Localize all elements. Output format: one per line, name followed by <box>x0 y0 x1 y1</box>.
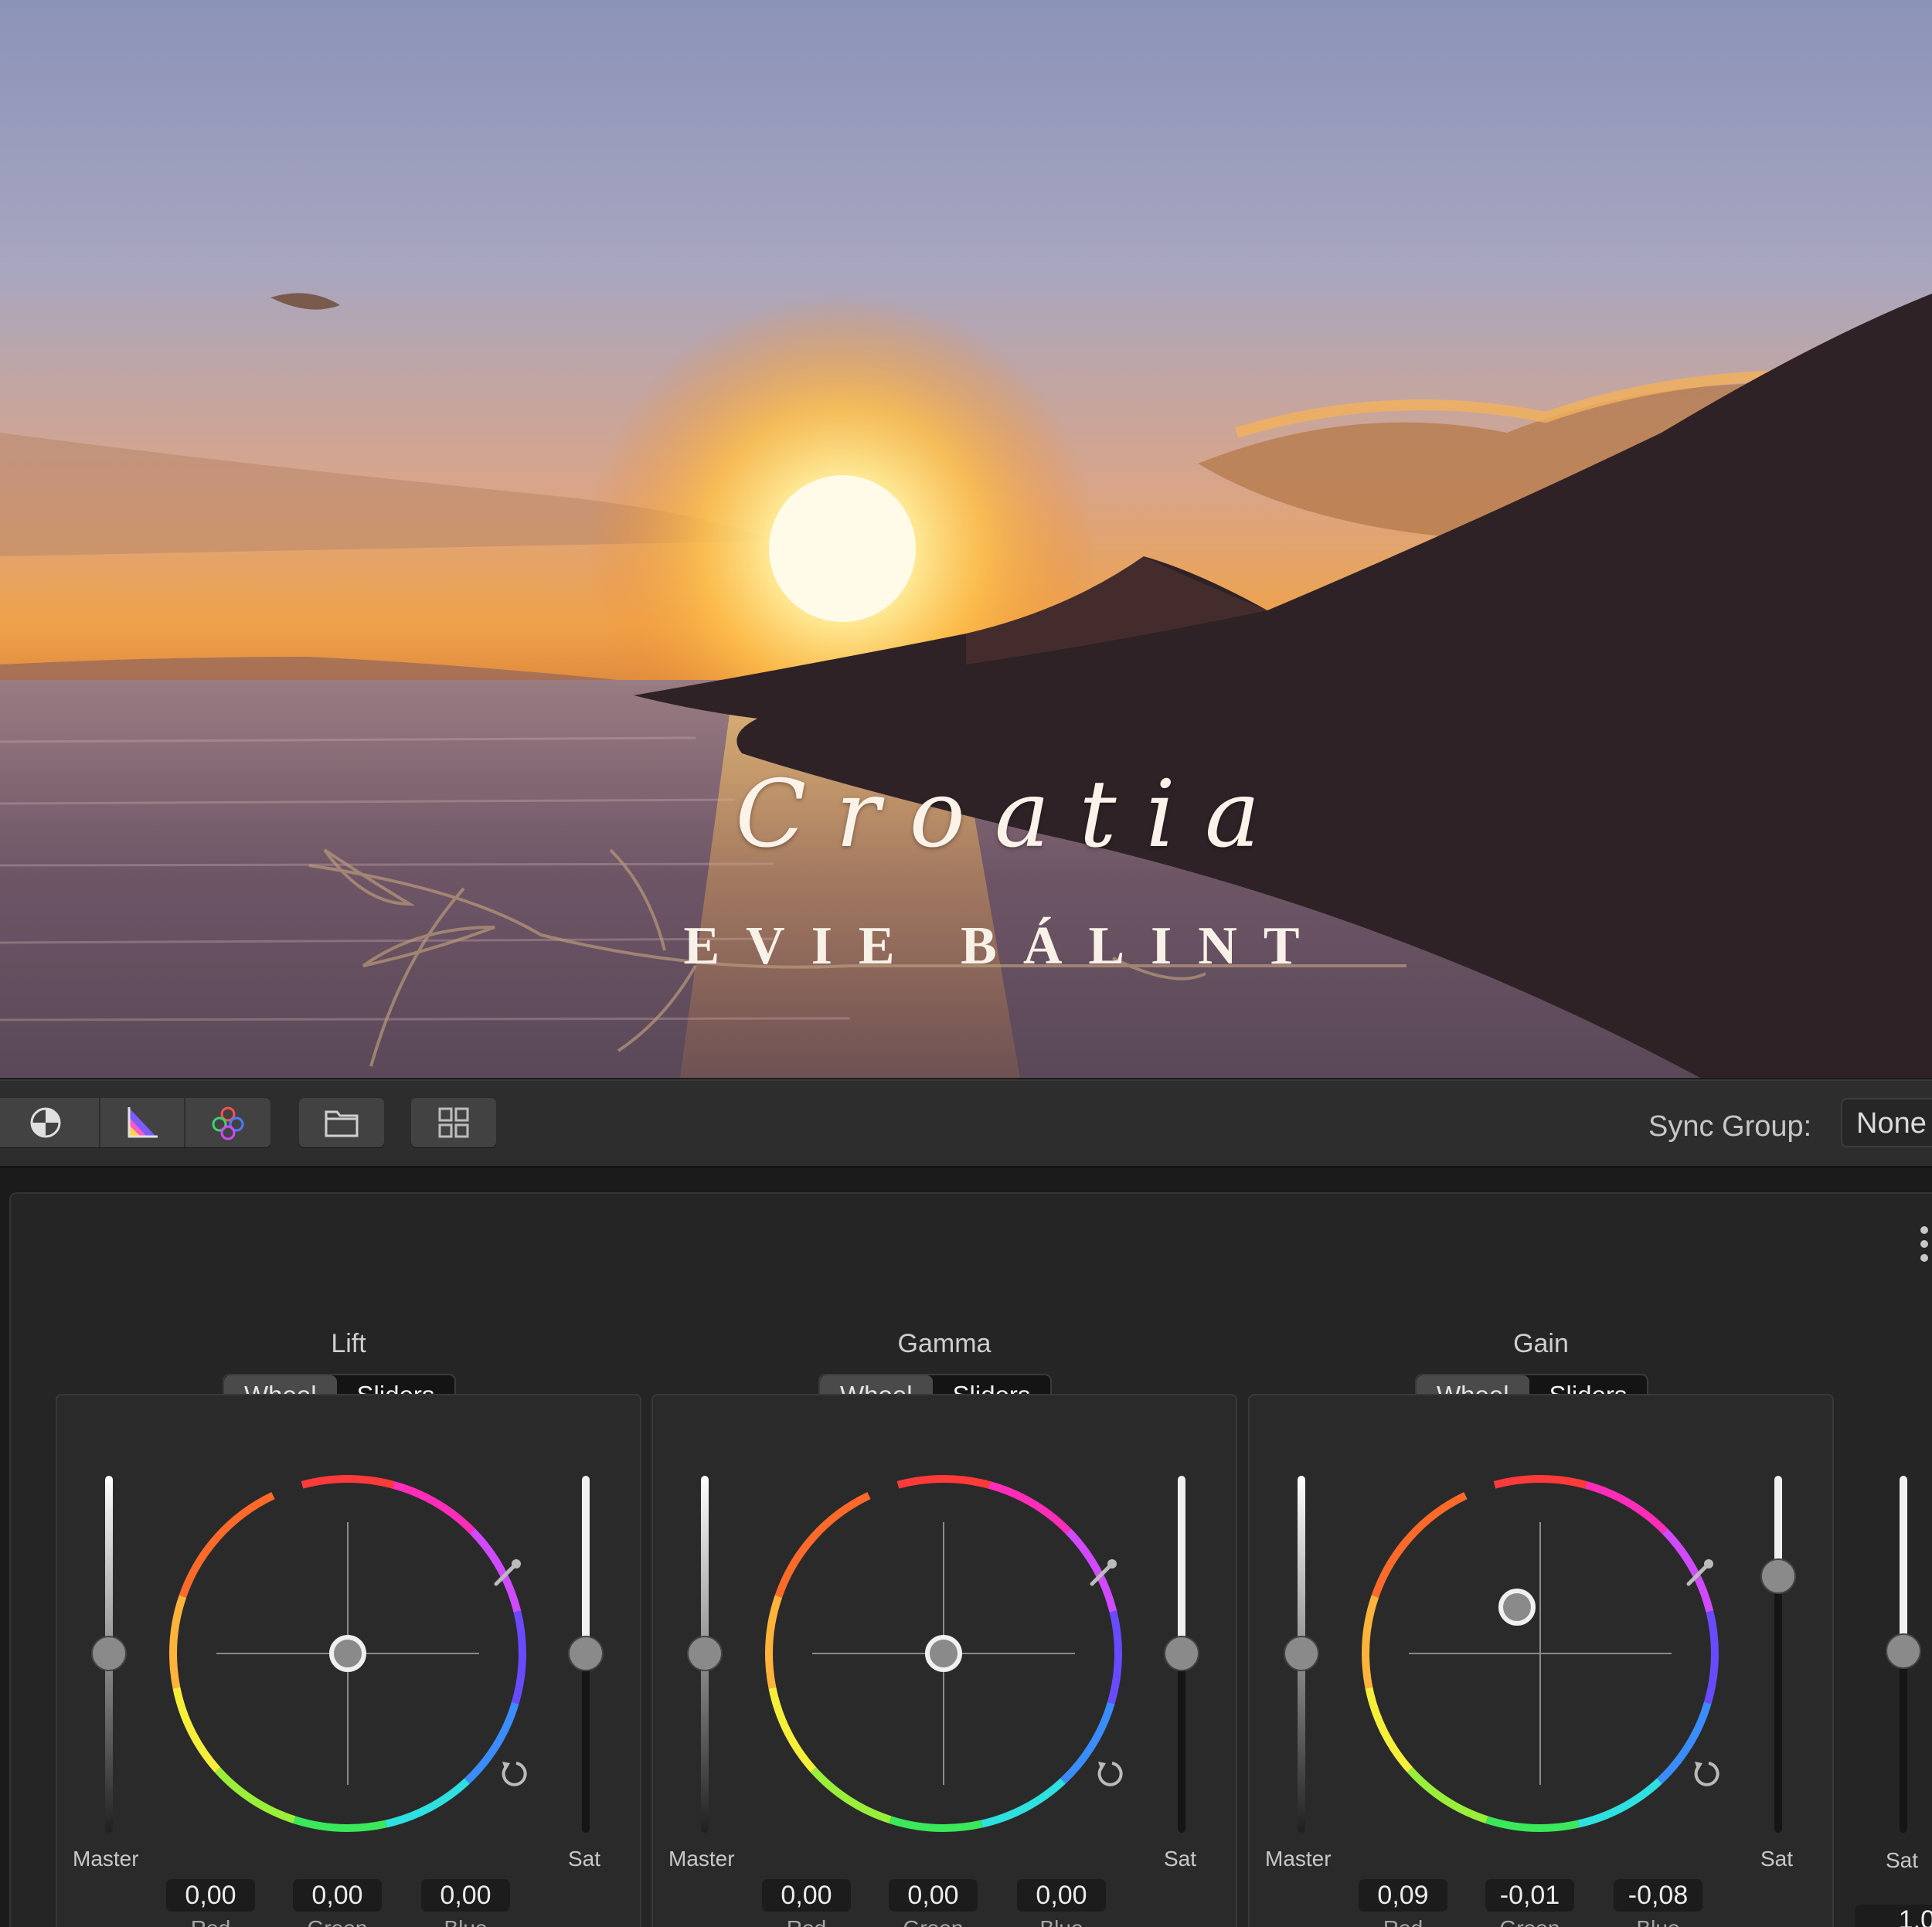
gain-sat-label: Sat <box>1760 1847 1794 1871</box>
gain-master-label: Master <box>1265 1847 1332 1871</box>
lift-blue-value[interactable]: 0,00 <box>421 1879 510 1912</box>
lift-sat-label: Sat <box>568 1847 601 1871</box>
gamma-wheel-puck[interactable] <box>925 1635 962 1672</box>
folder-group <box>299 1098 384 1147</box>
grading-toolbar: Sync Group: None <box>0 1079 1932 1168</box>
gamma-blue-value[interactable]: 0,00 <box>1017 1879 1106 1912</box>
gain-master-slider-knob[interactable] <box>1284 1636 1319 1671</box>
lift-wheel-puck[interactable] <box>329 1635 366 1672</box>
offset-sat-slider-knob[interactable] <box>1886 1633 1921 1669</box>
gamma-master-label: Master <box>668 1847 735 1871</box>
gamma-red-label: Red <box>762 1916 851 1927</box>
color-wheels-button[interactable] <box>0 1098 100 1147</box>
view-mode-group <box>0 1098 270 1147</box>
lift-master-slider-knob[interactable] <box>91 1636 127 1671</box>
gain-sat-slider-knob[interactable] <box>1760 1558 1796 1594</box>
gain-green-label: Green <box>1485 1916 1574 1927</box>
gain-red-label: Red <box>1359 1916 1447 1927</box>
offset-sat-slider[interactable] <box>1855 1468 1932 1870</box>
more-options-icon[interactable] <box>1919 1225 1930 1263</box>
gamma-green-value[interactable]: 0,00 <box>889 1879 978 1912</box>
grid-group <box>411 1098 496 1147</box>
nodes-button[interactable] <box>185 1098 270 1147</box>
lift-reset-icon[interactable] <box>502 1762 527 1786</box>
video-viewer[interactable]: Croatia EVIE BÁLINT <box>0 0 1932 1078</box>
gamma-master-slider-knob[interactable] <box>687 1636 723 1671</box>
lift-sat-slider-knob[interactable] <box>568 1636 604 1671</box>
gain-green-value[interactable]: -0,01 <box>1485 1879 1574 1912</box>
folder-icon <box>325 1110 359 1137</box>
folder-button[interactable] <box>299 1098 384 1147</box>
video-title-name: EVIE BÁLINT <box>683 916 1326 976</box>
scopes-button[interactable] <box>100 1098 185 1147</box>
lift-red-value[interactable]: 0,00 <box>166 1879 255 1912</box>
nodes-icon <box>212 1106 244 1140</box>
gain-blue-label: Blue <box>1614 1916 1702 1927</box>
lift-red-label: Red <box>166 1916 255 1927</box>
grid-icon <box>438 1107 469 1138</box>
sync-group-label: Sync Group: <box>1648 1110 1812 1143</box>
gamma-blue-label: Blue <box>1017 1916 1106 1927</box>
gamma-reset-icon[interactable] <box>1097 1762 1123 1786</box>
gamma-wheel-graphic <box>687 1475 1199 1833</box>
gain-wheel-puck[interactable] <box>1498 1589 1536 1626</box>
offset-sat-label: Sat <box>1886 1848 1919 1872</box>
lift-blue-label: Blue <box>421 1916 510 1927</box>
color-wheels-icon <box>30 1107 61 1138</box>
gamma-green-label: Green <box>889 1916 978 1927</box>
scopes-icon <box>128 1107 158 1138</box>
color-grading-app: Croatia EVIE BÁLINT Sync Group: None Lif… <box>0 0 1932 1927</box>
grid-button[interactable] <box>411 1098 496 1147</box>
gamma-red-value[interactable]: 0,00 <box>762 1879 851 1912</box>
sync-group-select[interactable]: None <box>1841 1098 1932 1147</box>
gamma-sat-slider-knob[interactable] <box>1164 1636 1199 1671</box>
gain-color-wheel[interactable] <box>1362 1475 1719 1832</box>
gain-blue-value[interactable]: -0,08 <box>1614 1879 1702 1912</box>
gamma-sat-label: Sat <box>1164 1847 1197 1871</box>
lift-green-label: Green <box>293 1916 382 1927</box>
gain-red-value[interactable]: 0,09 <box>1359 1879 1447 1912</box>
lift-master-label: Master <box>73 1847 139 1871</box>
lift-wheel-graphic <box>91 1475 604 1833</box>
gain-wheel-graphic <box>1284 1475 1796 1833</box>
offset-value[interactable]: 1,0 <box>1855 1905 1932 1927</box>
video-title-script: Croatia <box>735 761 1290 868</box>
lift-green-value[interactable]: 0,00 <box>293 1879 382 1912</box>
gain-reset-icon[interactable] <box>1694 1762 1719 1786</box>
